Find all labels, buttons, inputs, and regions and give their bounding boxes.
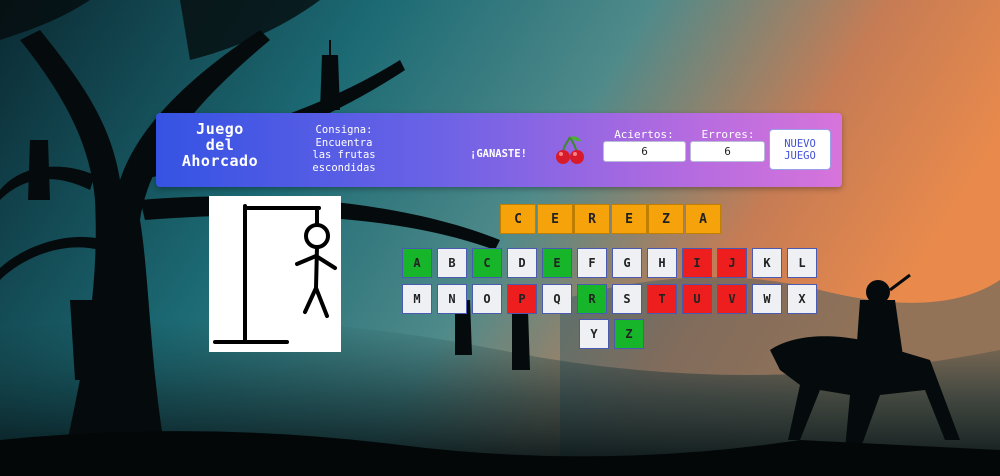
hangman-drawing: [209, 196, 341, 352]
word-letter: Z: [648, 204, 684, 234]
word-letter: A: [685, 204, 721, 234]
key-g[interactable]: G: [612, 248, 642, 278]
instructions: Consigna: Encuentra las frutas escondida…: [296, 124, 392, 174]
title-line-1: Juego: [196, 120, 244, 138]
key-v[interactable]: V: [717, 284, 747, 314]
key-u[interactable]: U: [682, 284, 712, 314]
errors-label: Errores:: [701, 128, 755, 141]
key-e[interactable]: E: [542, 248, 572, 278]
key-x[interactable]: X: [787, 284, 817, 314]
instructions-line-3: las frutas: [312, 149, 376, 161]
new-game-line-1: NUEVO: [784, 137, 816, 150]
key-w[interactable]: W: [752, 284, 782, 314]
key-a[interactable]: A: [402, 248, 432, 278]
word-letter: E: [611, 204, 647, 234]
title-line-3: Ahorcado: [181, 152, 259, 170]
key-o[interactable]: O: [472, 284, 502, 314]
keyboard-row-1: A B C D E F G H I J K L: [402, 248, 817, 278]
keyboard-row-2: M N O P Q R S T U V W X: [402, 284, 817, 314]
key-p[interactable]: P: [507, 284, 537, 314]
new-game-line-2: JUEGO: [784, 149, 816, 162]
cherry-icon: [556, 136, 584, 164]
key-f[interactable]: F: [577, 248, 607, 278]
word-letter: C: [500, 204, 536, 234]
secret-word: C E R E Z A: [500, 204, 721, 234]
game-status: ¡GANASTE!: [470, 148, 527, 160]
keyboard-row-3: Y Z: [579, 319, 644, 349]
key-z[interactable]: Z: [614, 319, 644, 349]
key-t[interactable]: T: [647, 284, 677, 314]
forest-background: [0, 0, 1000, 476]
key-q[interactable]: Q: [542, 284, 572, 314]
key-m[interactable]: M: [402, 284, 432, 314]
new-game-button[interactable]: NUEVO JUEGO: [769, 129, 831, 170]
key-i[interactable]: I: [682, 248, 712, 278]
key-k[interactable]: K: [752, 248, 782, 278]
key-n[interactable]: N: [437, 284, 467, 314]
instructions-line-4: escondidas: [312, 161, 376, 174]
word-letter: E: [537, 204, 573, 234]
key-c[interactable]: C: [472, 248, 502, 278]
key-y[interactable]: Y: [579, 319, 609, 349]
game-title: Juego del Ahorcado: [160, 121, 280, 169]
key-l[interactable]: L: [787, 248, 817, 278]
word-letter: R: [574, 204, 610, 234]
instructions-line-1: Consigna:: [315, 124, 373, 136]
key-j[interactable]: J: [717, 248, 747, 278]
hangman-figure: [213, 204, 337, 344]
hits-counter: 6: [603, 141, 686, 162]
hits-label: Aciertos:: [614, 128, 674, 141]
key-r[interactable]: R: [577, 284, 607, 314]
title-line-2: del: [205, 136, 235, 154]
key-d[interactable]: D: [507, 248, 537, 278]
instructions-line-2: Encuentra: [315, 136, 373, 149]
errors-counter: 6: [690, 141, 765, 162]
key-b[interactable]: B: [437, 248, 467, 278]
key-s[interactable]: S: [612, 284, 642, 314]
key-h[interactable]: H: [647, 248, 677, 278]
